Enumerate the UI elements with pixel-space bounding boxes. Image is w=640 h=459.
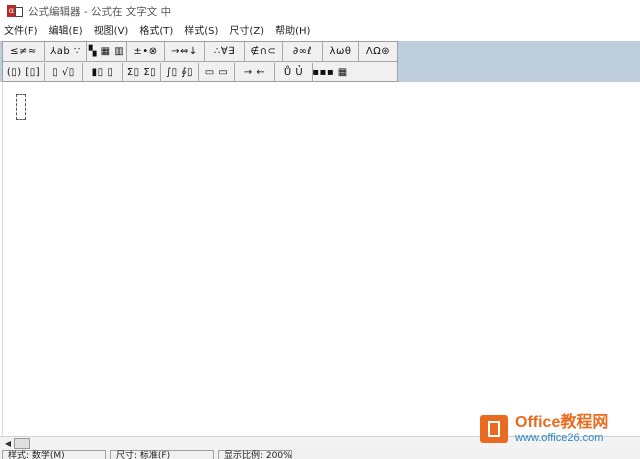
script-templates-button[interactable]: ▮▯ ▯ — [83, 62, 123, 82]
fraction-radical-templates-button[interactable]: ▯ √▯ — [45, 62, 83, 82]
status-bar: 样式: 数学(M) 尺寸: 标准(F) 显示比例: 200% — [0, 449, 640, 459]
symbol-palette-row: ≤≠≈ ⅄ab ∵ ▚ ▦ ▥ ±•⊗ →⇔↓ ∴∀∃ ∉∩⊂ ∂∞ℓ λωθ … — [3, 42, 397, 62]
matrix-templates-button[interactable]: ▪▪▪ ▦ — [312, 63, 347, 82]
arrows-palette-button[interactable]: →⇔↓ — [165, 42, 205, 61]
product-templates-button[interactable]: Ů Ủ — [275, 62, 313, 82]
scroll-thumb[interactable] — [14, 438, 30, 449]
status-size: 尺寸: 标准(F) — [110, 450, 214, 459]
fence-templates-button[interactable]: (▯) [▯] — [3, 62, 45, 82]
empty-slot-placeholder[interactable] — [16, 94, 26, 120]
symbol-palette: ≤≠≈ ⅄ab ∵ ▚ ▦ ▥ ±•⊗ →⇔↓ ∴∀∃ ∉∩⊂ ∂∞ℓ λωθ … — [2, 41, 398, 82]
menu-size[interactable]: 尺寸(Z) — [229, 23, 264, 41]
equation-editor-app-icon[interactable]: α — [7, 4, 23, 18]
watermark-line1: Office教程网 — [515, 413, 609, 431]
integral-templates-button[interactable]: ∫▯ ∮▯ — [161, 62, 199, 82]
operators-palette-button[interactable]: ±•⊗ — [127, 42, 165, 61]
title-bar: α 公式编辑器 - 公式在 文字文 中 — [0, 0, 640, 22]
spaces-ellipses-palette-button[interactable]: ⅄ab ∵ — [45, 42, 87, 61]
menu-view[interactable]: 视图(V) — [94, 23, 129, 41]
menu-bar: 文件(F) 编辑(E) 视图(V) 格式(T) 样式(S) 尺寸(Z) 帮助(H… — [0, 23, 640, 41]
office-logo-icon — [480, 413, 510, 445]
greek-upper-palette-button[interactable]: ΛΩ⊛ — [359, 42, 397, 61]
embellishments-palette-button[interactable]: ▚ ▦ ▥ — [87, 42, 127, 61]
summation-templates-button[interactable]: Σ▯ Σ▯ — [123, 62, 161, 82]
scroll-left-arrow-icon[interactable]: ◀ — [2, 438, 14, 449]
template-palette-row: (▯) [▯] ▯ √▯ ▮▯ ▯ Σ▯ Σ▯ ∫▯ ∮▯ ▭ ▭ → ← Ů … — [3, 62, 397, 82]
watermark: Office教程网 www.office26.com — [480, 409, 640, 449]
menu-format[interactable]: 格式(T) — [139, 23, 173, 41]
menu-style[interactable]: 样式(S) — [184, 23, 218, 41]
labeled-arrow-templates-button[interactable]: → ← — [235, 62, 275, 82]
status-zoom: 显示比例: 200% — [218, 450, 292, 459]
menu-help[interactable]: 帮助(H) — [275, 23, 310, 41]
watermark-text: Office教程网 www.office26.com — [515, 414, 608, 445]
set-theory-palette-button[interactable]: ∉∩⊂ — [245, 42, 283, 61]
logic-palette-button[interactable]: ∴∀∃ — [205, 42, 245, 61]
menu-edit[interactable]: 编辑(E) — [49, 23, 83, 41]
bar-templates-button[interactable]: ▭ ▭ — [199, 62, 235, 82]
watermark-line2: www.office26.com — [515, 431, 604, 444]
relations-palette-button[interactable]: ≤≠≈ — [3, 42, 45, 61]
greek-lower-palette-button[interactable]: λωθ — [323, 42, 359, 61]
equation-canvas[interactable] — [2, 82, 638, 436]
menu-file[interactable]: 文件(F) — [4, 23, 38, 41]
window-title: 公式编辑器 - 公式在 文字文 中 — [28, 5, 172, 18]
status-style: 样式: 数学(M) — [2, 450, 106, 459]
misc-symbols-palette-button[interactable]: ∂∞ℓ — [283, 42, 323, 61]
